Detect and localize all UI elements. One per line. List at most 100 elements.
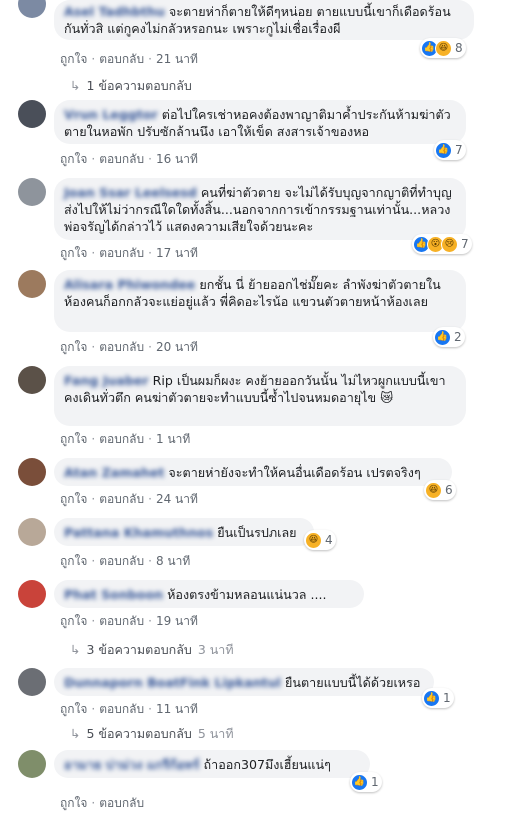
reaction-count: 2 [454,330,462,344]
avatar[interactable] [18,100,46,128]
reply-arrow-icon: ↳ [70,78,81,93]
comment-text: ห้องตรงข้ามหลอนแน่นวล .... [167,587,327,602]
view-replies-link[interactable]: ↳ 5 ข้อความตอบกลับ 5 นาที [70,724,234,744]
avatar[interactable] [18,366,46,394]
like-link[interactable]: ถูกใจ [60,52,87,66]
comment-actions: ถูกใจ · ตอบกลับ · 24 นาที [60,492,198,506]
comment-bubble: Asel Tadhbthu จะตายห่าก็ตายให้ดีๆหน่อย ตา… [54,0,474,40]
reaction-summary[interactable]: 👍 1 [350,772,382,792]
comment-actions: ถูกใจ · ตอบกลับ · 21 นาที [60,52,198,66]
reply-link[interactable]: ตอบกลับ [99,702,144,716]
comment-bubble: Phat Sonboon ห้องตรงข้ามหลอนแน่นวล .... [54,580,364,608]
reply-link[interactable]: ตอบกลับ [99,246,144,260]
reply-link[interactable]: ตอบกลับ [99,796,144,810]
like-reaction-icon: 👍 [434,328,451,346]
reaction-count: 1 [371,775,379,789]
like-reaction-icon: 👍 [435,141,452,159]
like-link[interactable]: ถูกใจ [60,554,87,568]
comment-time[interactable]: 24 นาที [156,492,198,506]
comment-author[interactable]: Dunnaporn BoatFink Lipkantul [64,675,281,690]
avatar[interactable] [18,178,46,206]
comment-author[interactable]: Asel Tadhbthu [64,4,165,19]
comment-author[interactable]: Joan Ssar Leelsesd [64,185,197,200]
replies-time: 3 นาที [197,642,234,657]
haha-reaction-icon: 😆 [435,39,452,57]
like-link[interactable]: ถูกใจ [60,614,87,628]
replies-time: 5 นาที [197,726,234,741]
like-link[interactable]: ถูกใจ [60,432,87,446]
comment-bubble: Atan Zamahet จะตายห่ายังจะทำให้คนอื่นเดือ… [54,458,452,486]
comment-time[interactable]: 20 นาที [156,340,198,354]
avatar[interactable] [18,750,46,778]
reply-link[interactable]: ตอบกลับ [99,52,144,66]
reply-link[interactable]: ตอบกลับ [99,614,144,628]
comment-actions: ถูกใจ · ตอบกลับ · 19 นาที [60,614,198,628]
comment-time[interactable]: 21 นาที [156,52,198,66]
comment-actions: ถูกใจ · ตอบกลับ · 16 นาที [60,152,198,166]
comment-actions: ถูกใจ · ตอบกลับ [60,796,145,810]
reply-arrow-icon: ↳ [70,726,81,741]
reaction-count: 1 [443,691,451,705]
comment-author[interactable]: Vrun Leggtor [64,107,158,122]
view-replies-link[interactable]: ↳ 3 ข้อความตอบกลับ 3 นาที [70,640,234,660]
comment-actions: ถูกใจ · ตอบกลับ · 11 นาที [60,702,198,716]
avatar[interactable] [18,458,46,486]
like-link[interactable]: ถูกใจ [60,152,87,166]
like-link[interactable]: ถูกใจ [60,340,87,354]
comment-bubble: Dunnaporn BoatFink Lipkantul ยืนตายแบบนี้… [54,668,434,696]
reply-link[interactable]: ตอบกลับ [99,554,144,568]
comment-actions: ถูกใจ · ตอบกลับ · 1 นาที [60,432,191,446]
comment-time[interactable]: 11 นาที [156,702,198,716]
replies-count: 3 ข้อความตอบกลับ [86,642,192,657]
avatar[interactable] [18,668,46,696]
avatar[interactable] [18,518,46,546]
reaction-count: 6 [445,483,453,497]
comment-author[interactable]: อามาย บ่าม่วง แกรีก้อทร์ [64,757,200,772]
comment-time[interactable]: 1 นาที [156,432,190,446]
comment-time[interactable]: 17 นาที [156,246,198,260]
comment-bubble: Alisara Phiwondee ยกชั้น นี่ ย้ายออกไช่มั… [54,270,466,332]
reply-link[interactable]: ตอบกลับ [99,340,144,354]
reaction-summary[interactable]: 👍 1 [422,688,454,708]
reaction-summary[interactable]: 👍 😆 8 [420,38,466,58]
comment-bubble: Pattana Khamuthnos ยืนเป็นรปภเลย [54,518,314,546]
like-reaction-icon: 👍 [351,773,368,791]
avatar[interactable] [18,580,46,608]
reply-arrow-icon: ↳ [70,642,81,657]
comment-author[interactable]: Atan Zamahet [64,465,164,480]
comment-author[interactable]: Phat Sonboon [64,587,163,602]
reply-link[interactable]: ตอบกลับ [99,492,144,506]
replies-count: 5 ข้อความตอบกลับ [86,726,192,741]
comment-bubble: อามาย บ่าม่วง แกรีก้อทร์ ถ้าออก307มึงเฮี้… [54,750,370,778]
comment-bubble: Fang Juaber Rip เป็นผมก็ผงะ คงย้ายออกวันน… [54,366,466,426]
reaction-count: 7 [455,143,463,157]
reaction-summary[interactable]: 👍 2 [433,327,465,347]
comment-text: ยืนเป็นรปภเลย [217,525,297,540]
like-link[interactable]: ถูกใจ [60,492,87,506]
comment-time[interactable]: 8 นาที [156,554,190,568]
avatar[interactable] [18,0,46,18]
comment-time[interactable]: 16 นาที [156,152,198,166]
reply-link[interactable]: ตอบกลับ [99,432,144,446]
like-link[interactable]: ถูกใจ [60,702,87,716]
avatar[interactable] [18,270,46,298]
comment-bubble: Joan Ssar Leelsesd คนที่ฆ่าตัวตาย จะไม่ได… [54,178,466,240]
reaction-count: 4 [325,533,333,547]
comment-author[interactable]: Alisara Phiwondee [64,277,195,292]
reaction-summary[interactable]: 😆 4 [304,530,336,550]
comment-author[interactable]: Pattana Khamuthnos [64,525,213,540]
reply-link[interactable]: ตอบกลับ [99,152,144,166]
comment-author[interactable]: Fang Juaber [64,373,149,388]
like-link[interactable]: ถูกใจ [60,796,87,810]
like-reaction-icon: 👍 [423,689,440,707]
replies-count: 1 ข้อความตอบกลับ [86,78,192,93]
reaction-summary[interactable]: 😆 6 [424,480,456,500]
like-link[interactable]: ถูกใจ [60,246,87,260]
comment-actions: ถูกใจ · ตอบกลับ · 17 นาที [60,246,198,260]
reaction-count: 8 [455,41,463,55]
comment-text: ถ้าออก307มึงเฮี้ยนแน่ๆ [203,757,331,772]
reaction-summary[interactable]: 👍 😮 😢 7 [412,234,472,254]
reaction-summary[interactable]: 👍 7 [434,140,466,160]
view-replies-link[interactable]: ↳ 1 ข้อความตอบกลับ [70,76,192,96]
comment-time[interactable]: 19 นาที [156,614,198,628]
